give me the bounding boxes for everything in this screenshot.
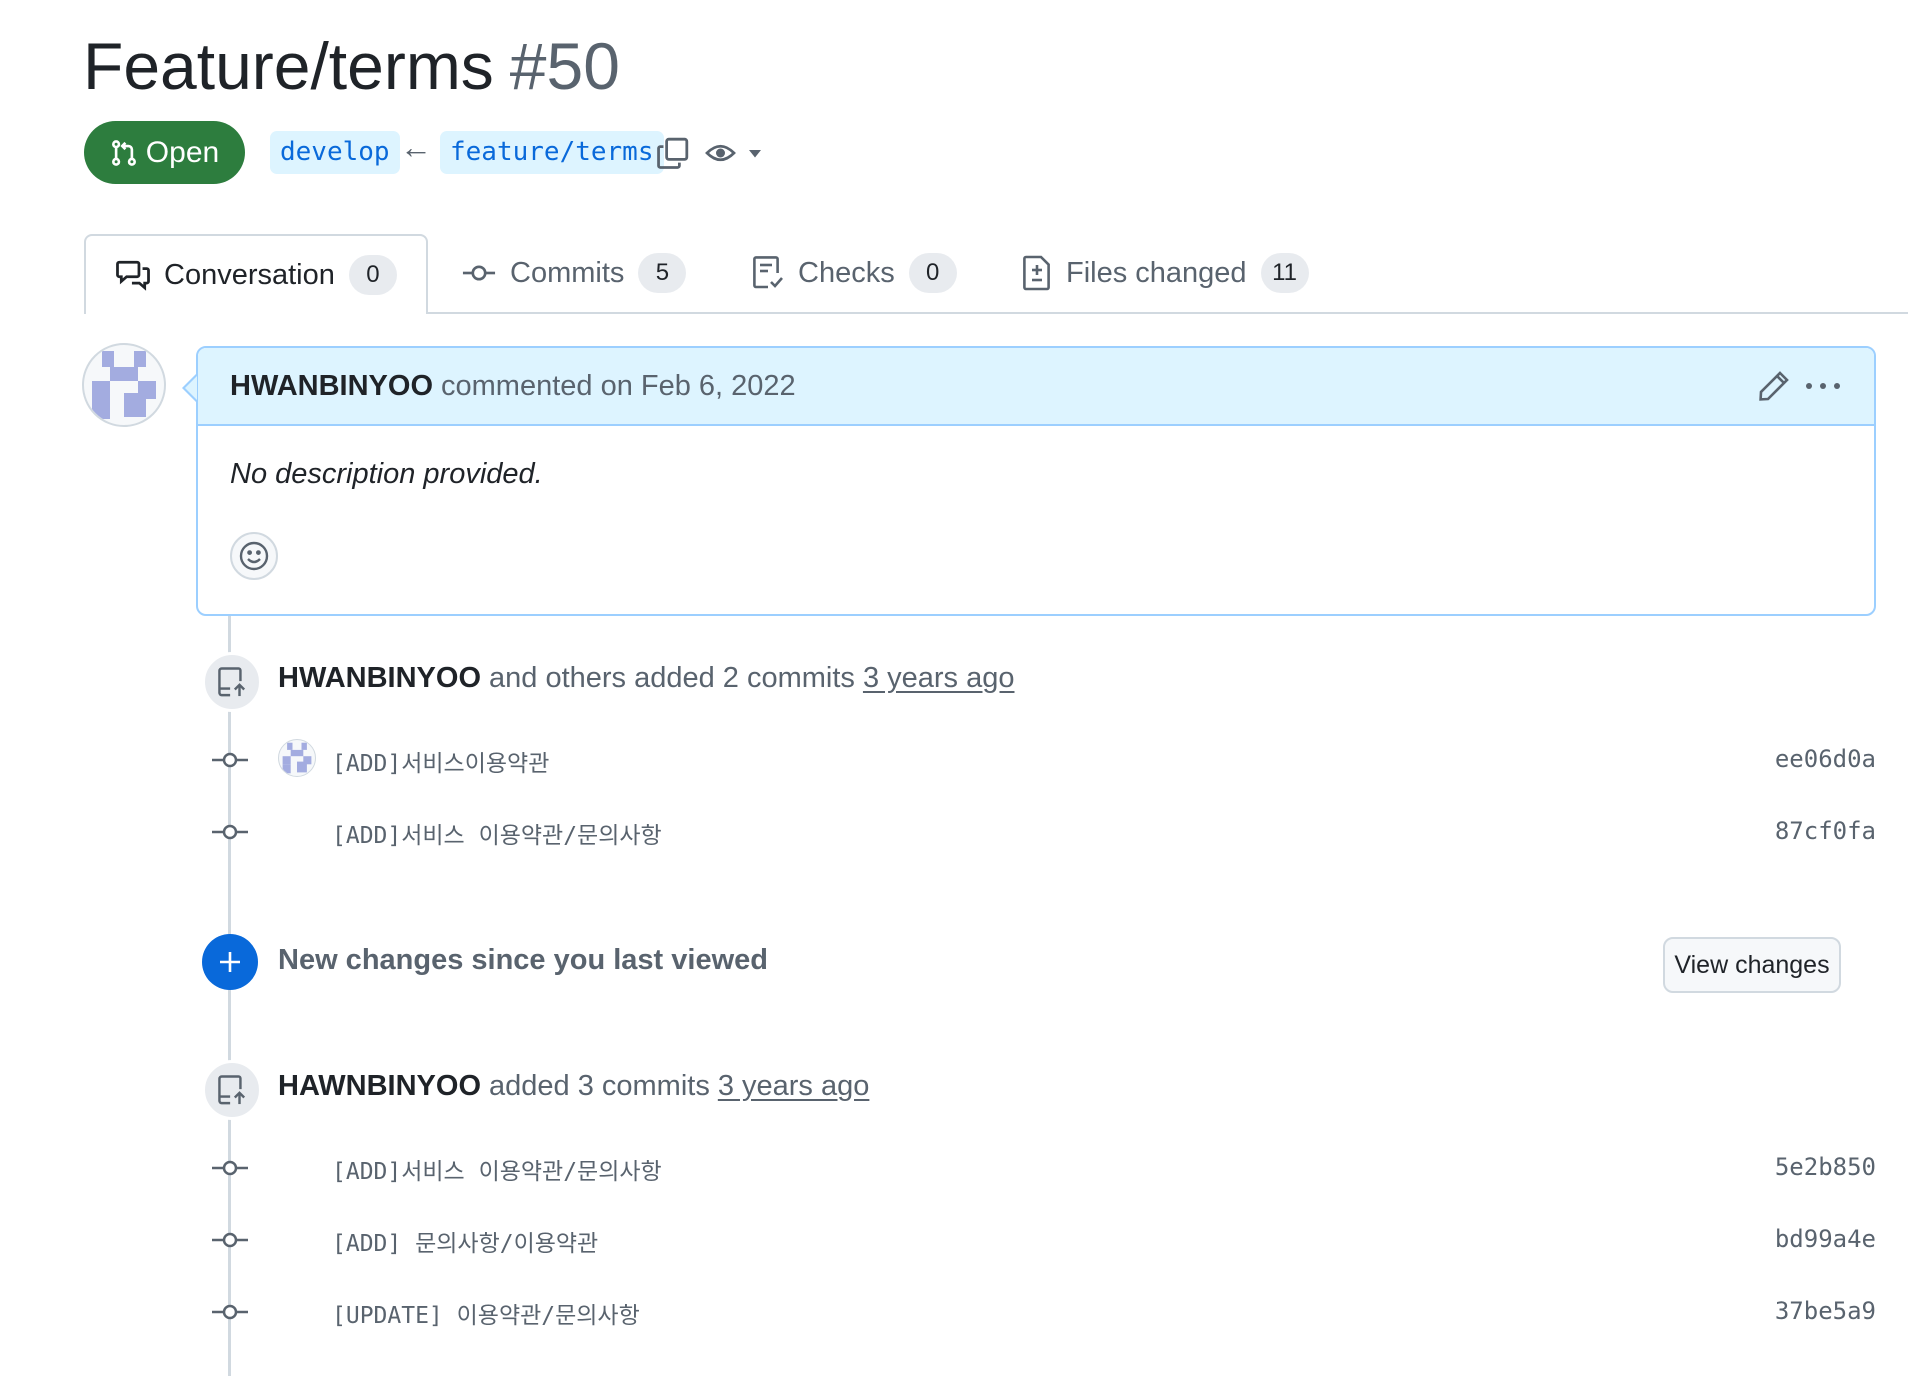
commit-sha-link[interactable]: ee06d0a [1775,745,1876,773]
commit-message-link[interactable]: [ADD]서비스 이용약관/문의사항 [332,1152,662,1186]
event-author[interactable]: HAWNBINYOO [278,1070,481,1102]
comment-discussion-icon [116,260,150,291]
commit-message-link[interactable]: [UPDATE] 이용약관/문의사항 [332,1296,640,1330]
pr-state-badge: Open [84,121,245,184]
copy-icon[interactable] [656,136,690,170]
commit-message-link[interactable]: [ADD]서비스이용약관 [332,744,549,778]
git-commit-icon [212,1304,248,1320]
commit-event-1: HWANBINYOO and others added 2 commits 3 ye… [278,662,1014,695]
commit-event-2: HAWNBINYOO added 3 commits 3 years ago [278,1070,869,1103]
tab-checks[interactable]: Checks 0 [752,234,957,312]
git-pull-request-icon [111,139,136,166]
commit-sha-link[interactable]: bd99a4e [1775,1225,1876,1253]
event-time-link[interactable]: 3 years ago [718,1070,870,1102]
commit-message-link[interactable]: [ADD] 문의사항/이용약관 [332,1224,598,1258]
git-commit-icon [462,265,496,281]
kebab-horizontal-icon[interactable] [1804,380,1842,392]
identicon-image [282,742,312,774]
watch-eye-icon[interactable] [704,138,770,168]
tab-counter: 0 [908,253,957,293]
git-commit-icon [212,824,248,840]
timeline-line [228,616,231,1376]
commit-sha-link[interactable]: 5e2b850 [1775,1153,1876,1181]
pr-title: Feature/terms [83,29,494,103]
tab-label: Checks [798,256,895,289]
repo-push-icon [218,667,246,697]
commit-sha-link[interactable]: 87cf0fa [1775,817,1876,845]
comment-header: HWANBINYOO commented on Feb 6, 2022 [198,348,1874,426]
repo-push-icon [218,1075,246,1105]
plus-icon [220,952,240,972]
pr-state-label: Open [145,135,220,169]
event-action: and others added 2 commits [489,662,855,694]
git-commit-icon [212,1232,248,1248]
smiley-icon [239,541,269,571]
git-commit-icon [212,1160,248,1176]
tab-files-changed[interactable]: Files changed 11 [1022,234,1309,312]
identicon-image [92,351,156,419]
branch-arrow: ← [400,129,432,165]
tab-label: Conversation [164,258,335,291]
avatar[interactable] [82,343,166,427]
git-commit-icon [212,752,248,768]
tab-counter: 5 [638,253,687,293]
comment-author[interactable]: HWANBINYOO [230,370,433,403]
checklist-icon [753,256,783,289]
file-diff-icon [1023,255,1050,291]
comment-body: No description provided. [230,458,543,490]
pencil-icon[interactable] [1758,370,1790,402]
base-branch[interactable]: develop [270,131,400,174]
new-changes-text: New changes since you last viewed [278,944,768,976]
new-changes-marker [202,934,258,990]
commit-author-avatar[interactable] [278,739,316,777]
view-changes-button[interactable]: View changes [1663,937,1841,993]
commit-sha-link[interactable]: 37be5a9 [1775,1297,1876,1325]
pr-description-comment: HWANBINYOO commented on Feb 6, 2022 No d… [196,346,1876,616]
tab-label: Commits [510,256,625,289]
tab-label: Files changed [1066,256,1247,289]
add-reaction-button[interactable] [230,532,278,580]
repo-push-badge [202,1060,262,1120]
event-action: added 3 commits [489,1070,710,1102]
tab-counter: 0 [348,255,397,295]
pr-title-row: Feature/terms #50 [83,26,620,106]
tab-counter: 11 [1260,253,1309,293]
tab-conversation[interactable]: Conversation 0 [84,234,428,314]
pr-number: #50 [509,29,620,103]
event-time-link[interactable]: 3 years ago [863,662,1015,694]
tab-commits[interactable]: Commits 5 [462,234,687,312]
event-author[interactable]: HWANBINYOO [278,662,481,694]
commit-message-link[interactable]: [ADD]서비스 이용약관/문의사항 [332,816,662,850]
comment-pointer-fill [185,376,197,400]
head-branch[interactable]: feature/terms [440,131,664,174]
repo-push-badge [202,652,262,712]
comment-meta[interactable]: commented on Feb 6, 2022 [441,370,796,403]
